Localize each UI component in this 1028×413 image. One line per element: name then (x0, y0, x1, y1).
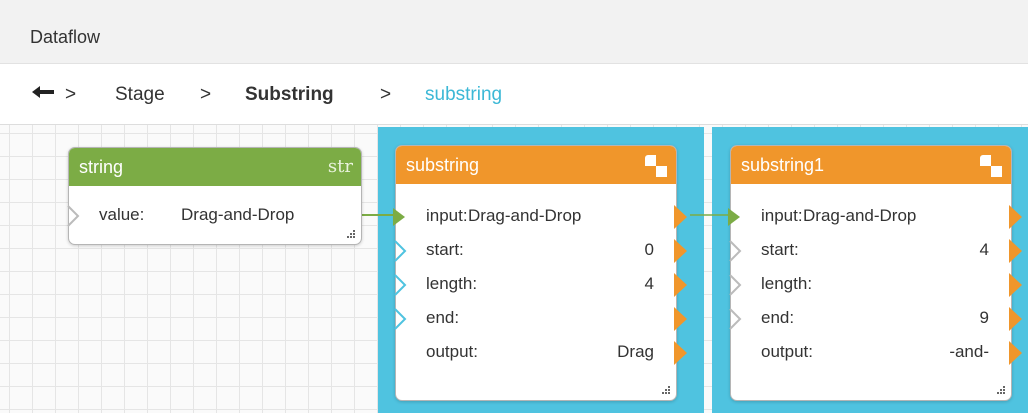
row-value-field[interactable]: 4 (645, 274, 654, 294)
row-label: output: (761, 342, 813, 361)
dataflow-canvas[interactable]: string str value: Drag-and-Drop substrin… (0, 125, 1028, 413)
row-value-field[interactable]: Drag-and-Drop (803, 206, 916, 226)
input-port-icon[interactable] (728, 239, 742, 263)
node-string[interactable]: string str value: Drag-and-Drop (66, 147, 362, 245)
node-row-start: start: 0 (393, 235, 687, 265)
node-row-value: value: Drag-and-Drop (66, 200, 361, 230)
node-header[interactable]: substring (396, 146, 676, 184)
input-port-icon[interactable] (393, 307, 407, 331)
row-value-field: Drag (617, 342, 654, 361)
row-value-field[interactable]: 9 (980, 308, 989, 328)
row-label: end: (426, 308, 460, 327)
node-row-output: output: Drag (396, 337, 687, 367)
row-label: end: (761, 308, 795, 327)
row-label: start: (426, 240, 464, 259)
input-port-icon[interactable] (728, 273, 742, 297)
input-port-icon[interactable] (393, 239, 407, 263)
row-label: input: (761, 206, 803, 225)
node-type-tag: str (327, 156, 353, 177)
row-label: length: (761, 274, 813, 293)
input-port-icon[interactable] (66, 204, 80, 228)
row-value-field[interactable]: Drag-and-Drop (468, 206, 581, 226)
row-label: length: (426, 274, 478, 293)
row-label: output: (426, 342, 478, 361)
breadcrumb: > Stage > Substring > substring (0, 64, 1028, 125)
node-menu-icon[interactable] (644, 154, 668, 178)
node-row-end: end: (393, 303, 687, 333)
breadcrumb-separator: > (380, 84, 392, 105)
resize-grip-icon[interactable] (660, 384, 672, 396)
output-port-icon[interactable] (674, 238, 688, 264)
row-label: start: (761, 240, 799, 259)
output-port-icon[interactable] (674, 204, 688, 230)
row-value-field: -and- (949, 342, 989, 361)
output-port-icon[interactable] (674, 306, 688, 332)
row-label: value: (99, 205, 145, 224)
breadcrumb-item-current: substring (425, 84, 503, 105)
breadcrumb-item-stage[interactable]: Stage (115, 84, 165, 106)
back-arrow-icon[interactable] (30, 80, 64, 104)
window-title: Dataflow (30, 27, 101, 47)
row-label: input: (426, 206, 468, 225)
node-header[interactable]: substring1 (731, 146, 1011, 184)
node-title: substring1 (741, 155, 825, 175)
node-row-input: input: Drag-and-Drop (728, 201, 1022, 231)
node-row-length: length: 4 (393, 269, 687, 299)
input-port-icon[interactable] (728, 205, 742, 229)
output-port-icon[interactable] (1009, 238, 1023, 264)
node-menu-icon[interactable] (979, 154, 1003, 178)
input-port-icon[interactable] (728, 307, 742, 331)
input-port-icon[interactable] (393, 273, 407, 297)
node-row-start: start: 4 (728, 235, 1022, 265)
title-bar: Dataflow (0, 0, 1028, 64)
output-port-icon[interactable] (1009, 306, 1023, 332)
output-port-icon[interactable] (674, 272, 688, 298)
node-title: substring (406, 155, 480, 175)
row-value-field[interactable]: Drag-and-Drop (181, 205, 294, 225)
node-row-end: end: 9 (728, 303, 1022, 333)
output-port-icon[interactable] (674, 340, 688, 366)
node-substring[interactable]: substring input: Drag-and-Drop start: 0 … (393, 145, 687, 401)
node-header[interactable]: string str (69, 148, 361, 186)
output-port-icon[interactable] (1009, 272, 1023, 298)
input-port-icon[interactable] (393, 205, 407, 229)
row-value-field[interactable]: 0 (645, 240, 654, 260)
node-row-length: length: (728, 269, 1022, 299)
breadcrumb-item-substring-type[interactable]: Substring (245, 84, 334, 106)
resize-grip-icon[interactable] (345, 228, 357, 240)
breadcrumb-separator: > (65, 84, 77, 105)
node-title: string (79, 157, 124, 177)
breadcrumb-separator: > (200, 84, 212, 105)
node-row-output: output: -and- (731, 337, 1022, 367)
output-port-icon[interactable] (1009, 340, 1023, 366)
row-value-field[interactable]: 4 (980, 240, 989, 260)
node-row-input: input: Drag-and-Drop (393, 201, 687, 231)
node-substring1[interactable]: substring1 input: Drag-and-Drop start: 4… (728, 145, 1022, 401)
resize-grip-icon[interactable] (995, 384, 1007, 396)
output-port-icon[interactable] (1009, 204, 1023, 230)
